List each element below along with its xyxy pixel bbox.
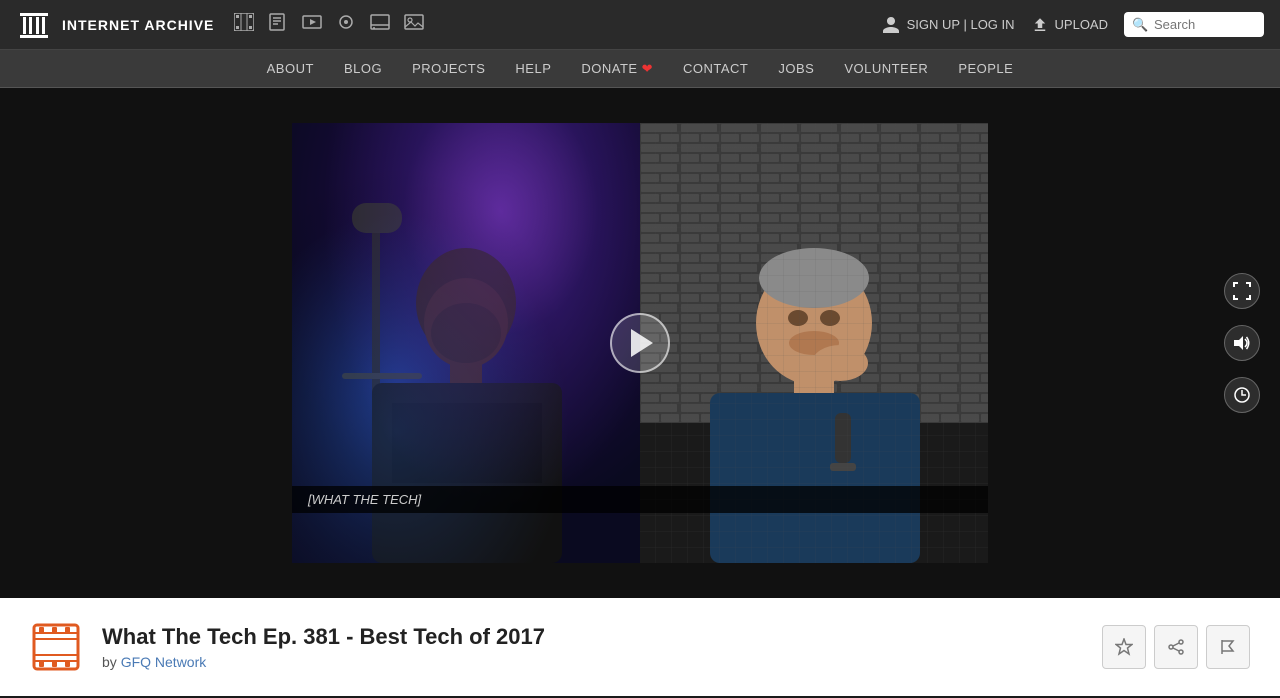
search-container: 🔍 <box>1124 12 1264 37</box>
flag-button[interactable] <box>1206 625 1250 669</box>
side-controls <box>1224 273 1260 413</box>
item-metadata: What The Tech Ep. 381 - Best Tech of 201… <box>102 624 1082 670</box>
user-icon <box>881 15 901 35</box>
clock-icon <box>1233 386 1251 404</box>
films-icon[interactable] <box>234 13 254 36</box>
audio-icon[interactable] <box>336 13 356 36</box>
upload-link[interactable]: UPLOAD <box>1031 16 1108 34</box>
volume-icon <box>1233 334 1251 352</box>
action-buttons <box>1102 625 1250 669</box>
fullscreen-icon <box>1233 282 1251 300</box>
site-name: INTERNET ARCHIVE <box>62 17 214 33</box>
ia-logo[interactable]: INTERNET ARCHIVE <box>16 7 214 43</box>
clock-button[interactable] <box>1224 377 1260 413</box>
jobs-nav-item[interactable]: JOBS <box>778 53 814 84</box>
upload-text: UPLOAD <box>1055 17 1108 32</box>
donate-nav-item[interactable]: DONATE❤ <box>581 53 653 85</box>
search-input[interactable] <box>1124 12 1264 37</box>
signup-login-text: SIGN UP | LOG IN <box>907 17 1015 32</box>
top-navigation: INTERNET ARCHIVE SIGN UP | LOG IN <box>0 0 1280 50</box>
upload-icon <box>1031 16 1049 34</box>
texts-icon[interactable] <box>268 13 288 36</box>
media-type-icons <box>234 13 880 36</box>
about-nav-item[interactable]: ABOUT <box>267 53 314 84</box>
top-nav-right: SIGN UP | LOG IN UPLOAD 🔍 <box>881 12 1264 37</box>
fullscreen-button[interactable] <box>1224 273 1260 309</box>
flag-icon <box>1219 638 1237 656</box>
volume-button[interactable] <box>1224 325 1260 361</box>
contact-nav-item[interactable]: CONTACT <box>683 53 748 84</box>
share-icon <box>1167 638 1185 656</box>
share-button[interactable] <box>1154 625 1198 669</box>
item-title: What The Tech Ep. 381 - Best Tech of 201… <box>102 624 1082 650</box>
subtitle-bar: [WHAT THE TECH] <box>292 486 988 513</box>
archive-logo-icon <box>16 7 52 43</box>
help-nav-item[interactable]: HELP <box>515 53 551 84</box>
author-link[interactable]: GFQ Network <box>121 654 207 670</box>
item-type-icon <box>30 621 82 673</box>
people-nav-item[interactable]: PEOPLE <box>958 53 1013 84</box>
heart-icon: ❤ <box>642 61 653 76</box>
video-player[interactable]: [WHAT THE TECH] <box>292 123 988 563</box>
projects-nav-item[interactable]: PROJECTS <box>412 53 485 84</box>
star-icon <box>1115 638 1133 656</box>
signup-login-link[interactable]: SIGN UP | LOG IN <box>881 15 1015 35</box>
blog-nav-item[interactable]: BLOG <box>344 53 382 84</box>
favorite-button[interactable] <box>1102 625 1146 669</box>
software-icon[interactable] <box>370 13 390 36</box>
play-button[interactable] <box>610 313 670 373</box>
play-icon <box>631 329 653 357</box>
main-content: [WHAT THE TECH] <box>0 88 1280 598</box>
volunteer-nav-item[interactable]: VOLUNTEER <box>844 53 928 84</box>
secondary-navigation: ABOUT BLOG PROJECTS HELP DONATE❤ CONTACT… <box>0 50 1280 88</box>
film-icon <box>32 623 80 671</box>
images-icon[interactable] <box>404 13 424 36</box>
author-prefix: by <box>102 654 117 670</box>
movies-icon[interactable] <box>302 13 322 36</box>
item-author: by GFQ Network <box>102 654 1082 670</box>
item-info-bar: What The Tech Ep. 381 - Best Tech of 201… <box>0 598 1280 696</box>
